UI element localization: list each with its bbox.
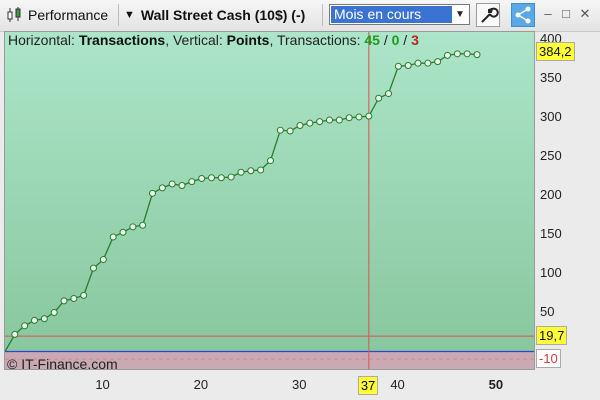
- data-point: [424, 59, 432, 67]
- y-tick-label: 200: [540, 186, 562, 202]
- data-point: [80, 291, 88, 299]
- data-point: [70, 295, 78, 303]
- y-tick-label: 350: [540, 69, 562, 85]
- minimize-icon[interactable]: –: [540, 6, 556, 22]
- data-point: [129, 223, 137, 231]
- data-point: [247, 167, 255, 175]
- data-point: [149, 189, 156, 197]
- data-point: [463, 50, 471, 58]
- data-point: [188, 178, 196, 186]
- chart-plot-area[interactable]: [4, 31, 535, 370]
- settings-wrench-button[interactable]: [476, 3, 500, 27]
- performance-button[interactable]: Performance: [28, 3, 108, 27]
- cursor-x-tag: 37: [357, 376, 379, 395]
- data-point: [296, 122, 304, 130]
- maximize-icon[interactable]: □: [558, 6, 574, 22]
- vertical-axis-value: Points: [226, 32, 270, 48]
- info-label: , Transactions:: [269, 32, 365, 48]
- data-point: [345, 114, 353, 122]
- data-point: [257, 166, 265, 174]
- data-point: [355, 113, 363, 121]
- share-button[interactable]: [511, 3, 535, 27]
- plot-background: [5, 32, 534, 369]
- data-point: [21, 322, 29, 330]
- data-point: [227, 173, 235, 181]
- data-point: [50, 309, 58, 317]
- chart-info-bar: Horizontal: Transactions, Vertical: Poin…: [8, 32, 419, 48]
- data-point: [365, 112, 373, 120]
- y-tick-label: 150: [540, 225, 562, 241]
- data-point: [217, 174, 225, 182]
- last-value-tag: 384,2: [536, 42, 575, 62]
- data-point: [335, 116, 343, 124]
- data-point: [109, 233, 117, 241]
- caret-down-icon: ▼: [124, 9, 135, 21]
- horizontal-axis-value: Transactions: [78, 32, 166, 48]
- crosshair-value-tag: 19,7: [536, 326, 568, 346]
- performance-chart: [5, 32, 534, 369]
- data-point: [316, 118, 324, 126]
- data-point: [31, 316, 38, 324]
- toolbar: Performance ▼ Wall Street Cash (10$) (-)…: [0, 0, 600, 32]
- data-point: [178, 182, 186, 190]
- data-point: [208, 174, 215, 182]
- data-point: [385, 90, 392, 98]
- data-point: [404, 62, 412, 70]
- period-value: Mois en cours: [331, 6, 452, 23]
- data-point: [375, 94, 383, 102]
- data-point: [276, 126, 284, 134]
- data-point: [158, 184, 166, 192]
- data-point: [90, 264, 97, 272]
- separator-text: /: [399, 32, 412, 48]
- toolbar-separator: [322, 4, 323, 26]
- data-point: [286, 127, 294, 135]
- data-point: [168, 180, 176, 188]
- x-tick-label: 30: [292, 377, 307, 392]
- x-tick-label: 20: [193, 377, 209, 392]
- data-point: [119, 228, 127, 236]
- info-label: Horizontal:: [8, 32, 79, 48]
- y-tick-label: 50: [540, 303, 555, 319]
- data-point: [306, 119, 314, 127]
- close-icon[interactable]: ✕: [577, 6, 593, 22]
- wrench-icon: [481, 7, 499, 23]
- x-tick-label: 50: [488, 377, 504, 392]
- data-point: [40, 315, 48, 323]
- x-tick-label: 10: [95, 377, 110, 392]
- share-icon: [515, 6, 531, 24]
- data-point: [326, 116, 333, 124]
- y-tick-label: 250: [540, 147, 562, 163]
- y-tick-label: 100: [540, 264, 562, 280]
- data-point: [139, 221, 147, 229]
- data-point: [394, 62, 402, 70]
- winning-transactions: 45: [364, 32, 380, 48]
- data-point: [198, 175, 206, 183]
- data-point: [99, 256, 107, 264]
- info-label: , Vertical:: [165, 32, 227, 48]
- data-point: [453, 50, 461, 58]
- data-point: [473, 51, 481, 59]
- data-point: [60, 297, 68, 305]
- data-point: [414, 59, 422, 67]
- min-value-tag: -10: [536, 349, 561, 369]
- losing-transactions: 3: [411, 32, 419, 48]
- period-select[interactable]: Mois en cours ▼: [329, 4, 470, 25]
- chevron-down-icon[interactable]: ▼: [453, 6, 467, 23]
- data-point: [237, 168, 245, 176]
- candlestick-icon: [7, 7, 21, 22]
- data-point: [434, 58, 442, 66]
- data-point: [11, 330, 19, 338]
- separator-text: /: [379, 32, 392, 48]
- data-point: [267, 157, 274, 165]
- instrument-label: Wall Street Cash (10$) (-): [140, 7, 306, 23]
- y-tick-label: 300: [540, 108, 562, 124]
- toolbar-separator: [118, 4, 119, 26]
- instrument-selector[interactable]: ▼ Wall Street Cash (10$) (-): [124, 3, 305, 27]
- watermark: © IT-Finance.com: [7, 356, 118, 372]
- x-tick-label: 40: [390, 377, 405, 392]
- data-point: [444, 51, 451, 59]
